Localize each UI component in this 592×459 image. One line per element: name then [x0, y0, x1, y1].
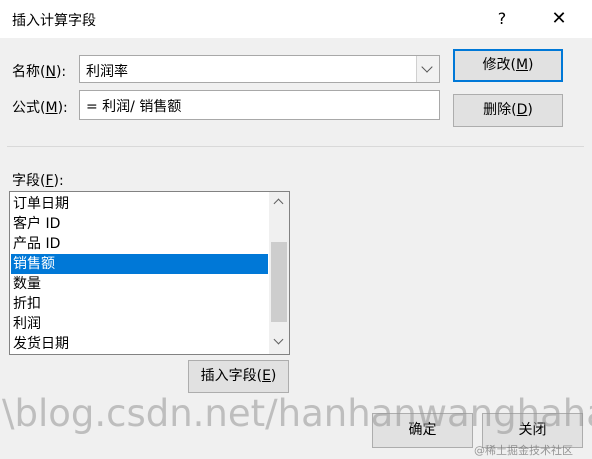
formula-input[interactable]: = 利润/ 销售额: [79, 90, 440, 120]
name-dropdown-button[interactable]: [416, 56, 439, 82]
formula-value: = 利润/ 销售额: [86, 99, 182, 115]
list-item-selected[interactable]: 销售额: [11, 254, 268, 274]
list-item[interactable]: 客户 ID: [11, 214, 268, 234]
scroll-up-icon[interactable]: [273, 198, 284, 209]
name-combobox[interactable]: 利润率: [79, 55, 440, 83]
formula-label: 公式(M):: [12, 100, 68, 116]
watermark-source: @稀土掘金技术社区: [474, 444, 573, 457]
title-bar: 插入计算字段 ? ✕: [0, 0, 592, 38]
help-button[interactable]: ?: [488, 6, 516, 32]
chevron-down-icon: [421, 61, 433, 73]
insert-field-button[interactable]: 插入字段(E): [188, 360, 289, 393]
name-value: 利润率: [86, 64, 128, 80]
separator: [7, 146, 584, 147]
list-item[interactable]: 发货日期: [11, 334, 268, 354]
fields-listbox[interactable]: 订单日期 客户 ID 产品 ID 销售额 数量 折扣 利润 发货日期: [9, 191, 290, 355]
scroll-down-icon[interactable]: [273, 334, 284, 345]
list-item[interactable]: 产品 ID: [11, 234, 268, 254]
modify-button[interactable]: 修改(M): [453, 49, 563, 82]
delete-button[interactable]: 删除(D): [453, 94, 563, 127]
list-item[interactable]: 订单日期: [11, 194, 268, 214]
list-item[interactable]: 利润: [11, 314, 268, 334]
scrollbar-thumb[interactable]: [271, 242, 287, 322]
list-item[interactable]: 折扣: [11, 294, 268, 314]
close-button[interactable]: ✕: [545, 6, 573, 32]
list-item[interactable]: 数量: [11, 274, 268, 294]
name-label: 名称(N):: [12, 64, 67, 80]
fields-label: 字段(F):: [12, 173, 64, 189]
vertical-scrollbar[interactable]: [269, 192, 289, 354]
watermark-text: \blog.csdn.net/hanhanwanghaha: [2, 392, 592, 435]
dialog-title: 插入计算字段: [12, 13, 96, 29]
